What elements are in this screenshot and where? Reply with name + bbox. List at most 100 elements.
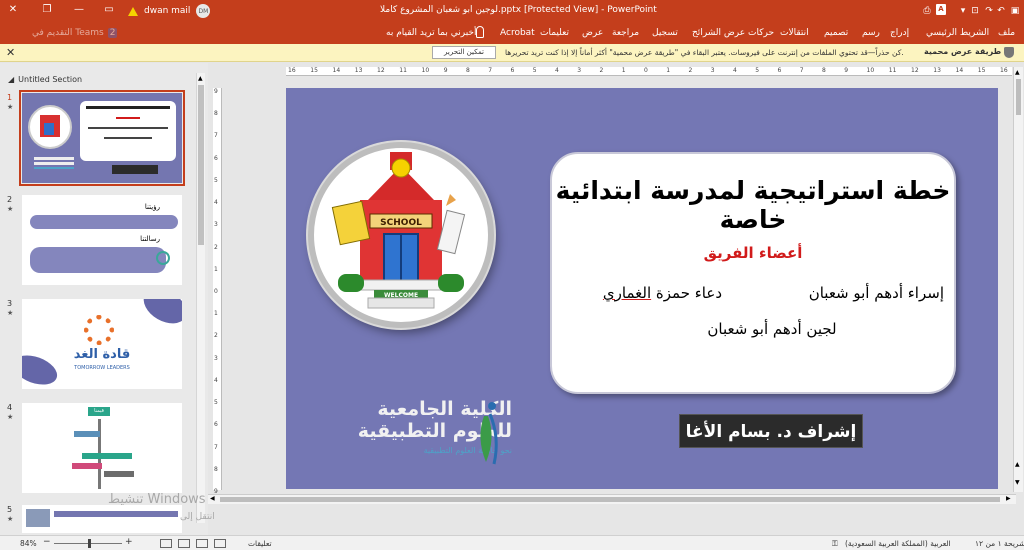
tell-me-search[interactable]: أخبرني بما تريد القيام به — [386, 28, 477, 38]
tab-animations[interactable]: حركات — [748, 28, 774, 38]
start-slideshow-icon[interactable]: ⊡ — [968, 4, 982, 18]
tab-file[interactable]: ملف — [998, 28, 1015, 38]
close-window-button[interactable]: ✕ — [6, 3, 20, 17]
slide-thumbnail-1[interactable] — [19, 90, 185, 186]
minimize-window-button[interactable]: — — [72, 3, 86, 17]
editor-horizontal-scrollbar[interactable]: ◀ ▶ — [208, 494, 1016, 504]
tab-insert[interactable]: إدراج — [890, 28, 909, 38]
teams-icon: 2 — [107, 28, 118, 38]
star-icon: ★ — [7, 205, 14, 213]
zoom-in-icon[interactable]: + — [125, 537, 133, 547]
team-title: أعضاء الفريق — [703, 244, 803, 262]
accessibility-icon[interactable]: ⚿ — [832, 539, 838, 549]
ruler-tick: 10 — [421, 67, 430, 74]
tab-home[interactable]: الشريط الرئيسي — [926, 28, 989, 38]
scroll-right-icon[interactable]: ▶ — [1006, 495, 1011, 502]
sorter-view-icon[interactable] — [196, 539, 208, 548]
scroll-left-icon[interactable]: ◀ — [210, 495, 215, 502]
next-slide-icon[interactable]: ▼ — [1015, 479, 1020, 486]
restore-window-button[interactable]: ❐ — [40, 3, 54, 17]
save-icon[interactable]: ▣ — [1008, 4, 1022, 18]
reading-view-icon[interactable] — [178, 539, 190, 548]
ruler-tick: 1 — [621, 67, 626, 74]
thumb-header — [54, 511, 178, 517]
tab-view[interactable]: عرض — [582, 28, 603, 38]
tab-help[interactable]: تعليمات — [540, 28, 569, 38]
scroll-up-icon[interactable]: ▲ — [1015, 69, 1020, 76]
slide-thumbnail-5[interactable] — [22, 505, 182, 533]
member-name: دعاء حمزة الغماري — [602, 284, 722, 302]
ruler-tick: 10 — [866, 67, 875, 74]
mission-bar — [30, 247, 166, 273]
tab-acrobat[interactable]: Acrobat — [500, 28, 535, 38]
scrollbar-thumb[interactable] — [220, 497, 1000, 502]
slide-thumbnail-panel: ◢ Untitled Section 1 ★ 2 ★ رؤيتنا رسالتن… — [0, 63, 208, 535]
ruler-tick: 4 — [214, 199, 218, 207]
slide-thumbnail-4[interactable]: قيمنا — [22, 403, 182, 493]
comments-button[interactable]: تعليقات — [248, 539, 272, 548]
member-name: لجين أدهم أبو شعبان — [707, 320, 837, 338]
close-icon[interactable]: ✕ — [6, 46, 15, 59]
arrow-sign — [72, 463, 102, 469]
ruler-tick: 11 — [399, 67, 407, 74]
scrollbar-thumb[interactable] — [1016, 79, 1021, 115]
tab-record[interactable]: تسجيل — [652, 28, 678, 38]
protected-view-message: كن حذراً—قد تحتوي الملفات من إنترنت على … — [505, 48, 904, 57]
title-card[interactable]: خطة استراتيجية لمدرسة ابتدائية خاصة أعضا… — [550, 152, 956, 394]
tab-transitions[interactable]: انتقالات — [780, 28, 809, 38]
teams-present-button[interactable]: التقديم في Teams 2 — [32, 28, 118, 38]
tab-slideshow[interactable]: عرض الشرائح — [692, 28, 745, 38]
thumbnail-scrollbar[interactable]: ▲ — [196, 73, 205, 523]
shield-icon — [1004, 47, 1014, 58]
undo-icon[interactable]: ↶ — [994, 4, 1008, 18]
slide-canvas[interactable]: SCHOOL WELCOME خطة استراتيجية لمدرسة ابت… — [286, 88, 998, 489]
slide-thumbnail-2[interactable]: رؤيتنا رسالتنا — [22, 195, 182, 285]
zoom-slider-thumb[interactable] — [88, 539, 91, 548]
section-header[interactable]: ◢ Untitled Section — [8, 75, 82, 84]
scroll-up-icon[interactable]: ▲ — [198, 75, 203, 82]
supervisor-thumb — [112, 165, 158, 174]
ruler-tick: 4 — [733, 67, 737, 74]
window-title: لوجين ابو شعبان المشروع كاملا.pptx [Prot… — [380, 5, 657, 15]
section-title: Untitled Section — [18, 75, 83, 84]
ruler-tick: 6 — [510, 67, 515, 74]
protected-view-bar: ✕ تمكين التحرير كن حذراً—قد تحتوي الملفا… — [0, 44, 1024, 62]
leaders-logo-en: TOMORROW LEADERS — [74, 365, 130, 371]
leaders-logo-text: قادة الغد — [73, 347, 131, 362]
normal-view-icon[interactable] — [214, 539, 226, 548]
language-status[interactable]: العربية (المملكة العربية السعودية) — [845, 539, 951, 548]
prev-slide-icon[interactable]: ▲ — [1015, 461, 1020, 468]
vision-title: رؤيتنا — [144, 203, 160, 211]
collapse-triangle-icon[interactable]: ◢ — [8, 75, 14, 84]
editor-vertical-scrollbar[interactable]: ▲ ▲ ▼ — [1013, 67, 1023, 492]
tab-design[interactable]: تصميم — [824, 28, 848, 38]
ruler-tick: 12 — [377, 67, 385, 74]
enable-editing-button[interactable]: تمكين التحرير — [432, 46, 496, 59]
ruler-tick: 8 — [822, 67, 826, 74]
tab-review[interactable]: مراجعة — [612, 28, 639, 38]
ruler-tick: 6 — [777, 67, 782, 74]
slide-title: خطة استراتيجية لمدرسة ابتدائية خاصة — [555, 176, 951, 234]
slideshow-view-icon[interactable] — [160, 539, 172, 548]
ribbon-display-options-icon[interactable]: ▭ — [102, 3, 116, 17]
star-icon: ★ — [7, 515, 14, 523]
tab-draw[interactable]: رسم — [862, 28, 880, 38]
pdf-icon[interactable]: ⎙ — [920, 4, 934, 18]
slide-number: 2 — [7, 195, 13, 204]
lightbulb-icon — [476, 26, 484, 38]
slide-counter: شريحة ١ من ١٢ — [975, 539, 1024, 548]
user-account[interactable]: dwan mail DM — [128, 4, 211, 18]
font-a-icon[interactable]: A — [936, 4, 946, 15]
zoom-out-icon[interactable]: − — [43, 537, 51, 547]
ruler-tick: 2 — [599, 67, 604, 74]
ruler-tick: 6 — [214, 421, 218, 429]
supervisor-label[interactable]: إشراف د. بسام الأغا — [679, 414, 863, 448]
zoom-level[interactable]: 84% — [20, 539, 37, 548]
leaders-logo-icon — [84, 315, 114, 345]
ruler-tick: 14 — [955, 67, 964, 74]
ruler-tick: 15 — [977, 67, 986, 74]
slide-thumbnail-3[interactable]: قادة الغد TOMORROW LEADERS — [22, 299, 182, 389]
avatar: DM — [196, 4, 211, 18]
scrollbar-thumb[interactable] — [198, 85, 204, 245]
college-emblem-icon — [480, 402, 498, 465]
